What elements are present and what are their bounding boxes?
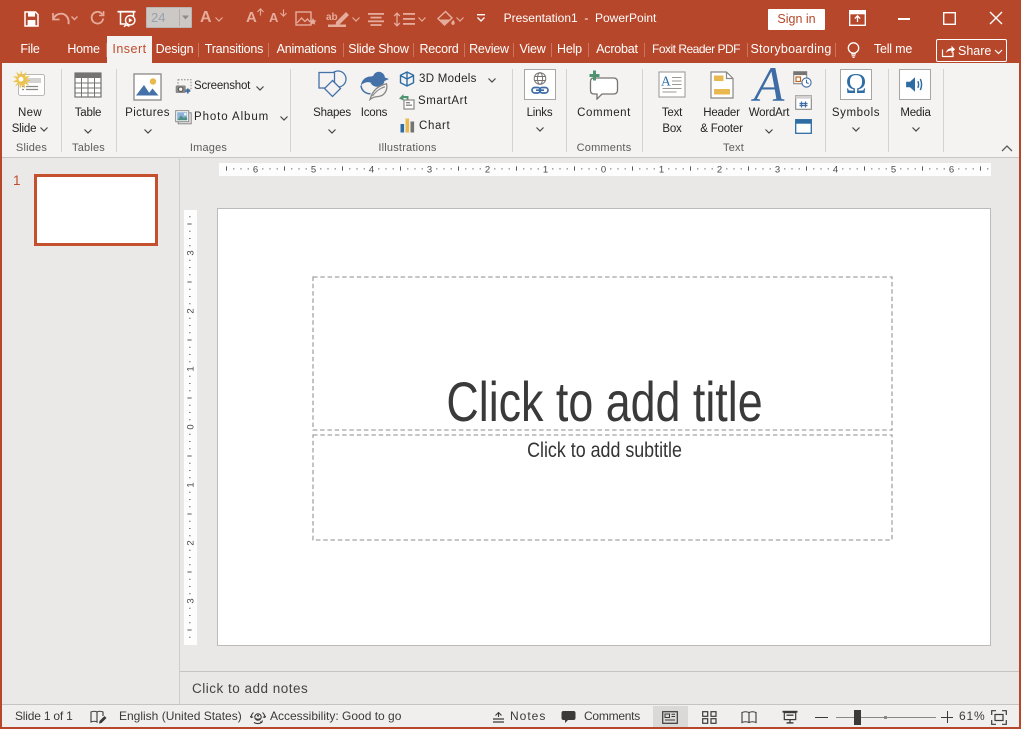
svg-text:0: 0	[186, 424, 197, 429]
svg-text:4: 4	[369, 165, 374, 176]
svg-text:1: 1	[186, 482, 197, 487]
svg-text:ab: ab	[326, 12, 338, 23]
svg-text:1: 1	[659, 165, 664, 176]
svg-text:3: 3	[427, 165, 432, 176]
svg-text:A: A	[661, 74, 671, 89]
svg-text:2: 2	[485, 165, 490, 176]
svg-text:4: 4	[833, 165, 838, 176]
svg-text:6: 6	[949, 165, 954, 176]
svg-text:6: 6	[253, 165, 258, 176]
svg-text:5: 5	[891, 165, 896, 176]
svg-text:5: 5	[311, 165, 316, 176]
svg-text:1: 1	[543, 165, 548, 176]
svg-text:1: 1	[186, 366, 197, 371]
svg-text:3: 3	[186, 250, 197, 255]
svg-text:2: 2	[717, 165, 722, 176]
svg-text:3: 3	[186, 598, 197, 603]
svg-text:2: 2	[186, 540, 197, 545]
svg-text:2: 2	[186, 308, 197, 313]
svg-text:3: 3	[775, 165, 780, 176]
svg-text:0: 0	[601, 165, 606, 176]
